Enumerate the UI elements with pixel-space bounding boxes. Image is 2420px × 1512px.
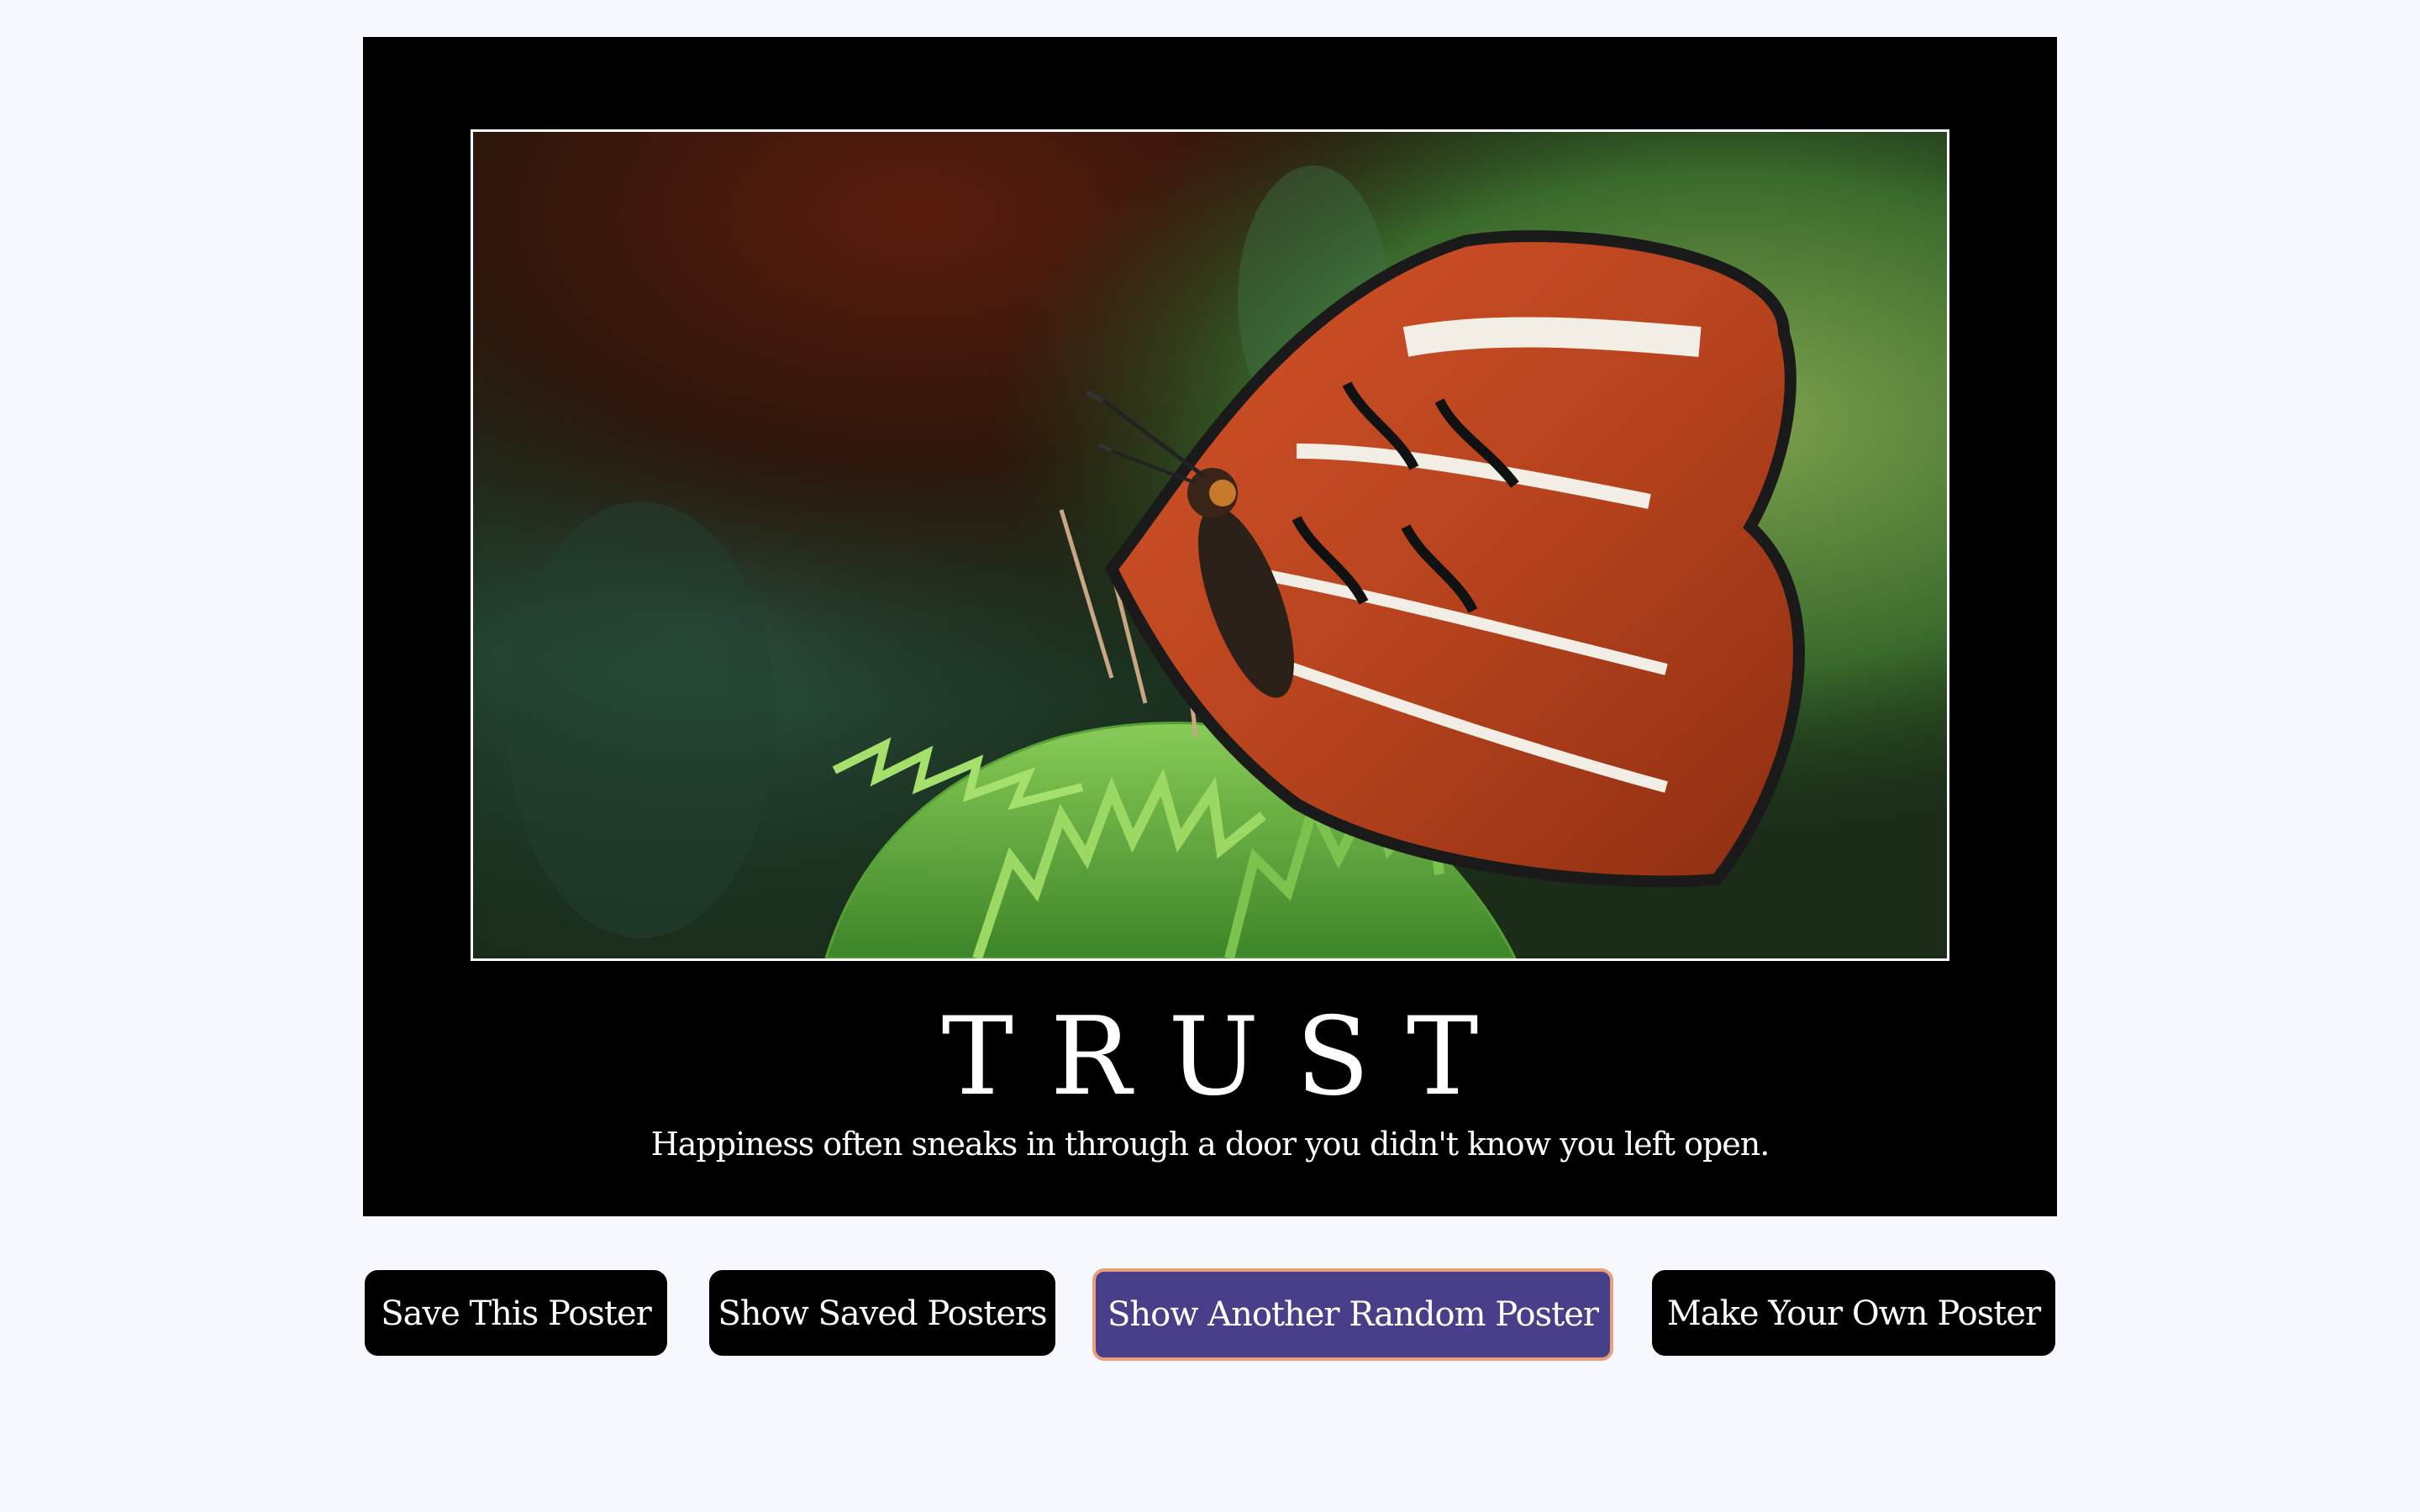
butterfly-illustration bbox=[473, 132, 1947, 958]
button-bar: Save This Poster Show Saved Posters Show… bbox=[0, 1268, 2420, 1361]
poster: TRUST Happiness often sneaks in through … bbox=[363, 37, 2057, 1216]
poster-image bbox=[471, 129, 1949, 961]
make-own-poster-button[interactable]: Make Your Own Poster bbox=[1652, 1270, 2055, 1356]
show-saved-posters-button[interactable]: Show Saved Posters bbox=[709, 1270, 1055, 1356]
show-random-poster-button[interactable]: Show Another Random Poster bbox=[1092, 1268, 1613, 1361]
poster-quote: Happiness often sneaks in through a door… bbox=[650, 1126, 1770, 1163]
save-poster-button[interactable]: Save This Poster bbox=[365, 1270, 667, 1356]
poster-title: TRUST bbox=[941, 995, 1516, 1120]
